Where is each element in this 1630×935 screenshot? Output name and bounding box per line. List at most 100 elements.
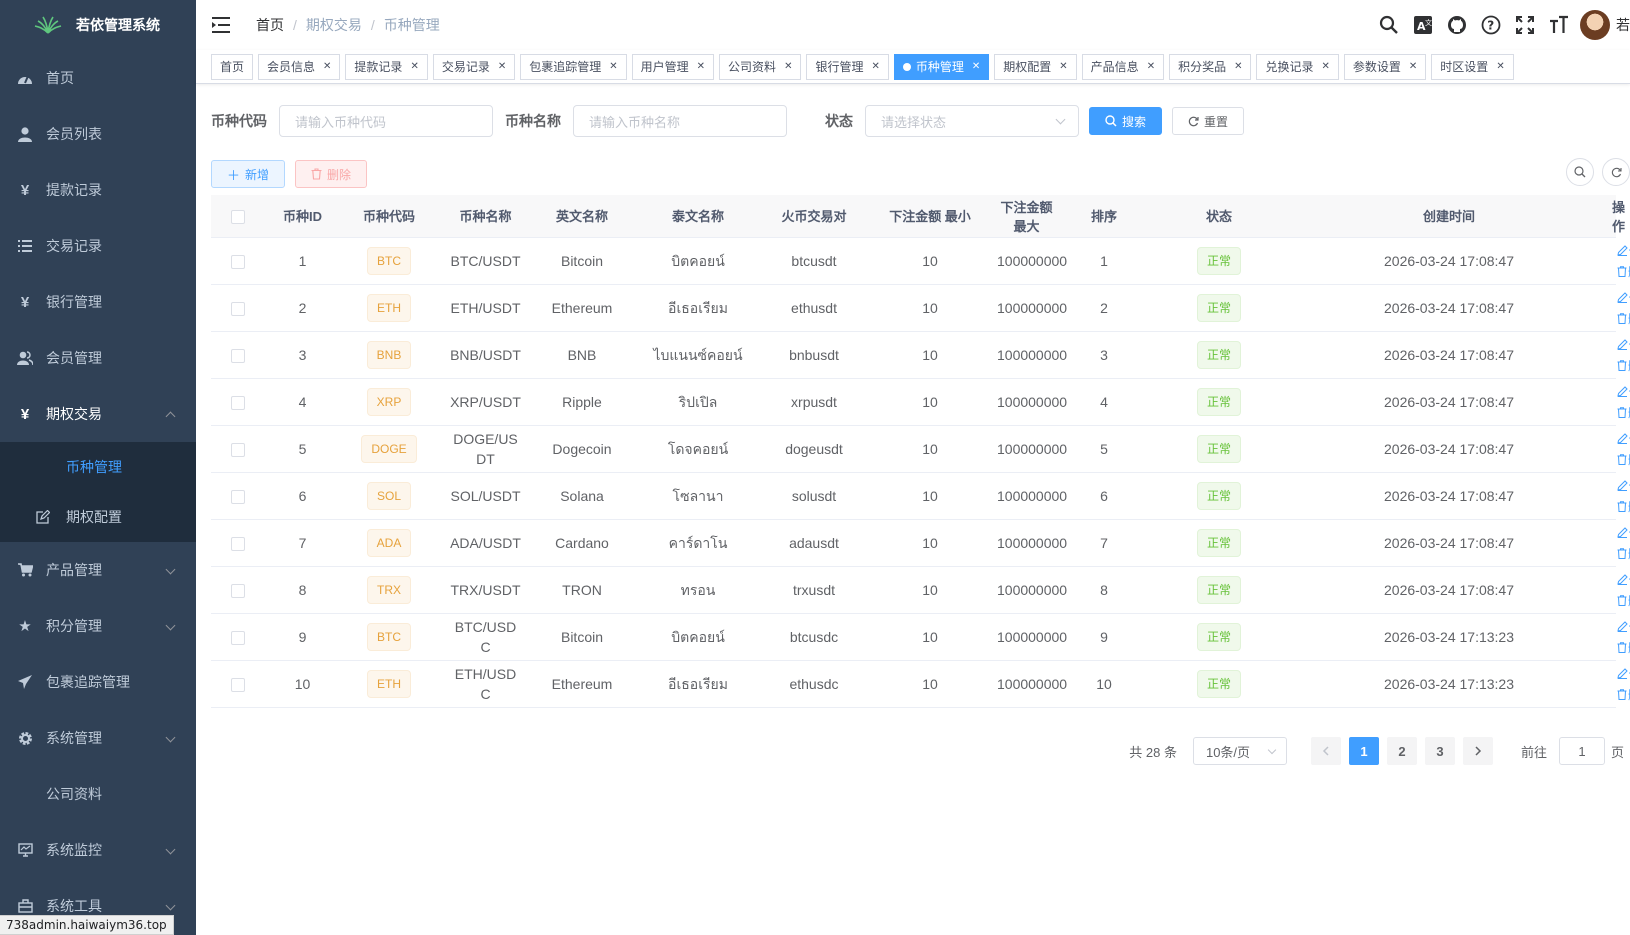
sidebar-item-withdraw-records[interactable]: ¥ 提款记录 bbox=[0, 162, 196, 218]
sidebar-item-bank[interactable]: ¥ 银行管理 bbox=[0, 274, 196, 330]
sidebar-item-system-monitor[interactable]: 系统监控 bbox=[0, 822, 196, 878]
translate-icon[interactable]: A文 bbox=[1406, 0, 1440, 50]
row-delete-button[interactable]: 删除 bbox=[1617, 453, 1630, 467]
sidebar-item-company-info[interactable]: 公司资料 bbox=[0, 766, 196, 822]
row-delete-button[interactable]: 删除 bbox=[1617, 594, 1630, 608]
sidebar-item-options-trading[interactable]: ¥ 期权交易 bbox=[0, 386, 196, 442]
close-icon[interactable]: ✕ bbox=[784, 55, 792, 79]
tab-member-info[interactable]: 会员信息 ✕ bbox=[258, 53, 341, 80]
checkbox[interactable] bbox=[231, 630, 245, 645]
prev-page-button[interactable] bbox=[1310, 737, 1341, 765]
tab-bank-manage[interactable]: 银行管理 ✕ bbox=[806, 53, 889, 80]
sidebar-item-package-tracking[interactable]: 包裹追踪管理 bbox=[0, 654, 196, 710]
page-button[interactable]: 3 bbox=[1424, 737, 1455, 765]
row-delete-button[interactable]: 删除 bbox=[1617, 641, 1630, 655]
tab-redeem-records[interactable]: 兑换记录 ✕ bbox=[1256, 53, 1339, 80]
add-button[interactable]: ＋ 新增 bbox=[211, 160, 286, 188]
goto-page-input[interactable]: 1 bbox=[1558, 737, 1605, 765]
hamburger-icon[interactable] bbox=[212, 17, 232, 33]
sidebar-item-member-manage[interactable]: 会员管理 bbox=[0, 330, 196, 386]
row-select[interactable] bbox=[211, 378, 265, 426]
user-name[interactable]: 若 bbox=[1616, 15, 1630, 35]
close-icon[interactable]: ✕ bbox=[1234, 55, 1242, 79]
row-select[interactable] bbox=[211, 613, 265, 661]
github-icon[interactable] bbox=[1440, 0, 1474, 50]
close-icon[interactable]: ✕ bbox=[1322, 55, 1330, 79]
edit-button[interactable]: 修改 bbox=[1617, 479, 1630, 493]
status-select[interactable]: 请选择状态 bbox=[865, 105, 1079, 137]
search-button[interactable]: 搜索 bbox=[1089, 107, 1163, 135]
row-select[interactable] bbox=[211, 237, 265, 285]
tab-points-prizes[interactable]: 积分奖品 ✕ bbox=[1169, 53, 1252, 80]
tab-withdraw-records[interactable]: 提款记录 ✕ bbox=[345, 53, 428, 80]
checkbox[interactable] bbox=[231, 442, 245, 457]
avatar[interactable] bbox=[1580, 10, 1610, 40]
sidebar-item-home[interactable]: 首页 bbox=[0, 50, 196, 106]
close-icon[interactable]: ✕ bbox=[1496, 55, 1504, 79]
sidebar-item-trade-records[interactable]: 交易记录 bbox=[0, 218, 196, 274]
fullscreen-icon[interactable] bbox=[1508, 0, 1542, 50]
font-size-icon[interactable] bbox=[1542, 0, 1576, 50]
edit-button[interactable]: 修改 bbox=[1617, 573, 1630, 587]
sidebar-subitem-options-config[interactable]: 期权配置 bbox=[0, 492, 196, 542]
sidebar-item-points-manage[interactable]: ★ 积分管理 bbox=[0, 598, 196, 654]
edit-button[interactable]: 修改 bbox=[1617, 620, 1630, 634]
close-icon[interactable]: ✕ bbox=[1059, 55, 1067, 79]
logo[interactable]: 若依管理系统 bbox=[0, 0, 196, 50]
tab-package-tracking[interactable]: 包裹追踪管理 ✕ bbox=[520, 53, 627, 80]
row-delete-button[interactable]: 删除 bbox=[1617, 312, 1630, 326]
page-size-select[interactable]: 10条/页 bbox=[1192, 737, 1287, 765]
edit-button[interactable]: 修改 bbox=[1617, 338, 1630, 352]
tab-product-info[interactable]: 产品信息 ✕ bbox=[1081, 53, 1165, 80]
row-select[interactable] bbox=[211, 566, 265, 614]
checkbox[interactable] bbox=[231, 254, 245, 269]
breadcrumb-item[interactable]: 首页 bbox=[256, 15, 284, 35]
tab-company-info[interactable]: 公司资料 ✕ bbox=[719, 53, 802, 80]
help-icon[interactable]: ? bbox=[1474, 0, 1508, 50]
row-select[interactable] bbox=[211, 284, 265, 332]
sidebar-item-product-manage[interactable]: 产品管理 bbox=[0, 542, 196, 598]
edit-button[interactable]: 修改 bbox=[1617, 432, 1630, 446]
tab-currency-manage[interactable]: 币种管理 ✕ bbox=[893, 53, 990, 80]
close-icon[interactable]: ✕ bbox=[871, 55, 879, 79]
header-select-all[interactable] bbox=[211, 195, 265, 238]
close-icon[interactable]: ✕ bbox=[323, 55, 331, 79]
edit-button[interactable]: 修改 bbox=[1617, 526, 1630, 540]
close-icon[interactable]: ✕ bbox=[972, 55, 980, 79]
edit-button[interactable]: 修改 bbox=[1617, 244, 1630, 258]
row-select[interactable] bbox=[211, 660, 265, 708]
checkbox[interactable] bbox=[231, 677, 245, 692]
sidebar-item-member-list[interactable]: 会员列表 bbox=[0, 106, 196, 162]
row-delete-button[interactable]: 删除 bbox=[1617, 547, 1630, 561]
checkbox[interactable] bbox=[231, 395, 245, 410]
tab-param-settings[interactable]: 参数设置 ✕ bbox=[1343, 53, 1427, 80]
row-delete-button[interactable]: 删除 bbox=[1617, 500, 1630, 514]
row-delete-button[interactable]: 删除 bbox=[1617, 265, 1630, 279]
row-delete-button[interactable]: 删除 bbox=[1617, 406, 1630, 420]
tab-home[interactable]: 首页 bbox=[211, 53, 254, 80]
page-button[interactable]: 1 bbox=[1348, 737, 1379, 765]
sidebar-subitem-currency-manage[interactable]: 币种管理 bbox=[0, 442, 196, 492]
next-page-button[interactable] bbox=[1462, 737, 1493, 765]
search-icon[interactable] bbox=[1372, 0, 1406, 50]
code-input[interactable]: 请输入币种代码 bbox=[279, 105, 493, 137]
row-delete-button[interactable]: 删除 bbox=[1617, 688, 1630, 702]
close-icon[interactable]: ✕ bbox=[498, 55, 506, 79]
edit-button[interactable]: 修改 bbox=[1617, 291, 1630, 305]
checkbox[interactable] bbox=[231, 348, 245, 363]
close-icon[interactable]: ✕ bbox=[697, 55, 705, 79]
close-icon[interactable]: ✕ bbox=[410, 55, 418, 79]
tab-user-manage[interactable]: 用户管理 ✕ bbox=[631, 53, 715, 80]
close-icon[interactable]: ✕ bbox=[1409, 55, 1417, 79]
sidebar-item-system-manage[interactable]: 系统管理 bbox=[0, 710, 196, 766]
row-select[interactable] bbox=[211, 472, 265, 520]
row-delete-button[interactable]: 删除 bbox=[1617, 359, 1630, 373]
row-select[interactable] bbox=[211, 519, 265, 567]
tab-trade-records[interactable]: 交易记录 ✕ bbox=[432, 53, 516, 80]
tab-options-config[interactable]: 期权配置 ✕ bbox=[994, 53, 1077, 80]
page-button[interactable]: 2 bbox=[1386, 737, 1417, 765]
checkbox[interactable] bbox=[231, 489, 245, 504]
checkbox[interactable] bbox=[231, 209, 245, 224]
row-select[interactable] bbox=[211, 331, 265, 379]
close-icon[interactable]: ✕ bbox=[1147, 55, 1155, 79]
